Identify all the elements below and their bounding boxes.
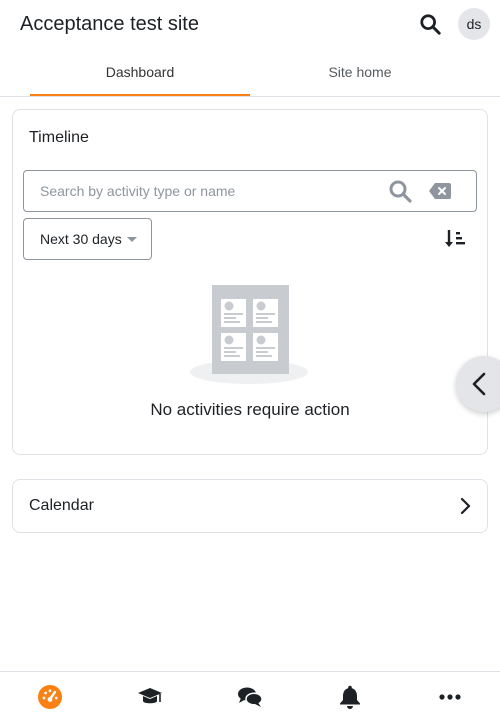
nav-messages[interactable] xyxy=(200,672,300,720)
user-avatar[interactable]: ds xyxy=(458,8,490,40)
nav-notifications[interactable] xyxy=(300,672,400,720)
caret-down-icon xyxy=(127,237,137,242)
nav-my-courses[interactable] xyxy=(100,672,200,720)
courses-icon xyxy=(138,687,162,703)
nav-more[interactable] xyxy=(400,672,500,720)
site-title[interactable]: Acceptance test site xyxy=(20,12,199,36)
timeline-search-input[interactable] xyxy=(24,171,374,211)
bottom-tab-bar xyxy=(0,671,500,720)
empty-state-message: No activities require action xyxy=(150,400,350,419)
nav-dashboard[interactable] xyxy=(0,672,100,720)
sort-amount-down-icon xyxy=(445,230,465,247)
sort-button[interactable] xyxy=(441,224,471,254)
app-header: Acceptance test site ds xyxy=(0,0,500,48)
timeline-search-button[interactable] xyxy=(388,179,412,203)
timeline-block: Timeline Next 30 days xyxy=(12,109,488,455)
day-filter-dropdown[interactable]: Next 30 days xyxy=(23,218,152,260)
calendar-title: Calendar xyxy=(29,497,94,514)
timeline-title: Timeline xyxy=(29,129,89,146)
clear-search-button[interactable] xyxy=(428,181,452,201)
header-search-button[interactable] xyxy=(416,10,444,38)
tab-site-home[interactable]: Site home xyxy=(250,48,470,96)
day-filter-label: Next 30 days xyxy=(40,231,122,247)
tab-dashboard[interactable]: Dashboard xyxy=(30,48,250,96)
search-icon xyxy=(389,180,412,203)
notifications-icon xyxy=(340,685,360,709)
timeline-search-box xyxy=(23,170,477,212)
empty-state-illustration xyxy=(190,285,308,384)
chevron-right-icon xyxy=(460,497,471,515)
dashboard-icon xyxy=(38,684,62,709)
chevron-left-icon xyxy=(472,372,486,396)
messages-icon xyxy=(238,687,263,707)
primary-tabs: Dashboard Site home xyxy=(0,48,500,97)
more-icon xyxy=(439,693,461,700)
calendar-block[interactable]: Calendar xyxy=(12,479,488,533)
search-icon xyxy=(420,14,441,35)
backspace-icon xyxy=(429,183,451,199)
